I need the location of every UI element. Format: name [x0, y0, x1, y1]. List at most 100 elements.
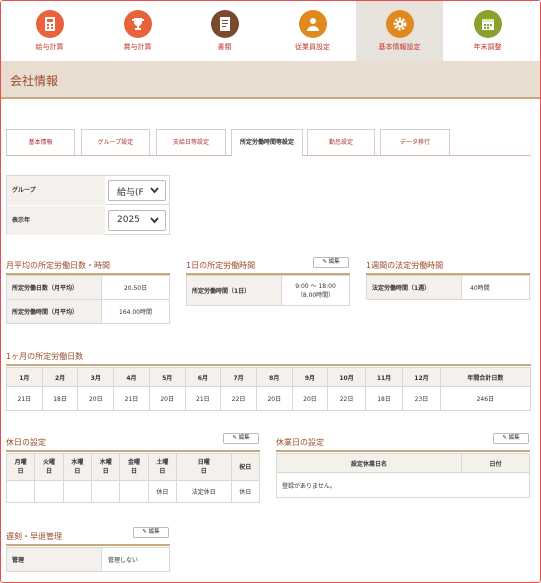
nav-label: 賞与計算 [123, 43, 152, 51]
table-cell: 22日 [327, 386, 366, 411]
tab-attendance[interactable]: 勤怠設定 [307, 129, 375, 155]
gear-icon [385, 10, 414, 38]
edit-business-holiday-button[interactable]: ✎ 編集 [493, 433, 529, 444]
nav-label: 基本情報設定 [378, 43, 421, 51]
nav-item-year-end[interactable]: 年末調整 [444, 1, 531, 61]
table-header: 火曜日 [34, 453, 64, 481]
divider [276, 450, 530, 452]
edit-label: 編集 [238, 435, 250, 441]
late-title: 遅刻・早退管理 [6, 532, 62, 541]
table-cell [34, 480, 64, 503]
table-cell-value: 40時間 [461, 275, 530, 300]
table-header: 月曜日 [5, 453, 36, 481]
pencil-icon: ✎ [322, 259, 327, 265]
table-cell-label: 管理 [6, 547, 102, 572]
table-header: 8月 [255, 367, 293, 387]
nav-item-employee[interactable]: 従業員設定 [269, 1, 356, 61]
table-row: 所定労働時間（1日） 9:00 ～ 18:00 （8.00時間） [186, 275, 350, 306]
nav-label: 書類 [217, 43, 232, 51]
business-holiday-table: 設定休業日名 日付 登録がありません。 [276, 453, 530, 498]
table-cell-label: 所定労働時間（1日） [186, 275, 282, 306]
table-header: 木曜日 [91, 453, 121, 481]
tab-working-hours[interactable]: 所定労働時間等設定 [231, 129, 303, 156]
table-cell: 20日 [291, 386, 329, 411]
group-select[interactable]: 給与(F [108, 180, 166, 201]
nav-item-documents[interactable]: 書類 [181, 1, 268, 61]
tab-data-migration[interactable]: データ移行 [380, 129, 450, 155]
table-row: 法定労働時間（1週） 40時間 [366, 275, 530, 300]
edit-late-button[interactable]: ✎ 編集 [133, 527, 169, 538]
group-row: グループ 給与(F [7, 176, 169, 205]
table-cell [119, 480, 149, 503]
table-cell: 18日 [41, 386, 79, 411]
weekly-title: 1週間の法定労働時間 [366, 261, 444, 270]
table-header: 9月 [291, 367, 329, 387]
year-row: 表示年 2025 [7, 206, 169, 235]
nav-item-basic-settings[interactable]: 基本情報設定 [356, 1, 443, 61]
table-cell: 法定休日 [176, 480, 232, 503]
table-header: 金曜日 [119, 453, 149, 481]
table-cell [5, 480, 36, 503]
person-icon [298, 10, 327, 38]
table-cell-label: 法定労働時間（1週） [366, 275, 462, 300]
year-select-value: 2025 [117, 215, 140, 225]
table-header: 祝日 [230, 453, 261, 481]
chevron-down-icon [150, 187, 159, 194]
year-select[interactable]: 2025 [108, 210, 166, 231]
table-header: 水曜日 [62, 453, 93, 481]
daily-title: 1日の所定労働時間 [186, 261, 256, 270]
edit-label: 編集 [508, 435, 520, 441]
top-nav: 給与計算 賞与計算 書類 従業員設定 基本情報設定 年末調整 [1, 1, 540, 61]
edit-holiday-button[interactable]: ✎ 編集 [223, 433, 259, 444]
group-label: グループ [7, 176, 105, 205]
pencil-icon: ✎ [502, 435, 507, 441]
nav-item-bonus[interactable]: 賞与計算 [94, 1, 181, 61]
chevron-down-icon [150, 217, 159, 224]
divider [6, 450, 260, 452]
nav-item-payroll[interactable]: 給与計算 [6, 1, 93, 61]
table-header: 11月 [364, 367, 404, 387]
nav-label: 従業員設定 [295, 43, 330, 51]
daily-table: 所定労働時間（1日） 9:00 ～ 18:00 （8.00時間） [186, 275, 350, 306]
table-header: 年間合計日数 [439, 367, 532, 387]
table-cell: 休日 [147, 480, 178, 503]
edit-daily-button[interactable]: ✎ 編集 [313, 257, 349, 268]
business-holiday-title: 休業日の設定 [276, 438, 324, 447]
calculator-icon [35, 10, 64, 38]
table-header-row: 月曜日火曜日水曜日木曜日金曜日土曜日日曜日祝日 [5, 453, 261, 481]
monthly-days-table: 1月 2月 3月 4月 5月 6月 7月 8月 9月 10月 11月 12月 年間合計日数 21日 18日… [6, 367, 532, 411]
tab-payday-settings[interactable]: 支給日等設定 [156, 129, 226, 155]
weekly-table: 法定労働時間（1週） 40時間 [366, 275, 530, 300]
tab-basic-info[interactable]: 基本情報 [6, 129, 75, 155]
table-cell: 21日 [6, 386, 43, 411]
table-row: 21日 18日 20日 21日 20日 21日 22日 20日 20日 22日 18日 23日 246日 [6, 386, 532, 411]
table-cell-label: 所定労働時間（月平均） [6, 299, 102, 324]
group-select-value: 給与(F [117, 188, 144, 198]
table-header: 日曜日 [176, 453, 232, 481]
divider [6, 544, 170, 546]
settings-tabs: 基本情報 グループ設定 支給日等設定 所定労働時間等設定 勤怠設定 データ移行 [6, 129, 531, 156]
empty-message: 登録がありません。 [276, 472, 530, 498]
monthly-avg-title: 月平均の所定労働日数・時間 [6, 261, 110, 270]
table-header: 土曜日 [147, 453, 178, 481]
table-header: 10月 [327, 367, 366, 387]
pencil-icon: ✎ [232, 435, 237, 441]
table-cell: 20日 [148, 386, 186, 411]
monthly-avg-table: 所定労働日数（月平均） 20.50日 所定労働時間（月平均） 164.00時間 [6, 275, 170, 324]
calendar-icon [473, 10, 502, 38]
table-row: 所定労働時間（月平均） 164.00時間 [6, 299, 170, 324]
edit-label: 編集 [148, 529, 160, 535]
table-header: 日付 [461, 453, 530, 473]
page-title-band: 会社情報 [1, 61, 540, 99]
table-cell [91, 480, 121, 503]
table-cell: 18日 [364, 386, 404, 411]
divider [6, 364, 531, 366]
edit-label: 編集 [328, 259, 340, 265]
table-cell: 23日 [402, 386, 441, 411]
document-icon [210, 10, 239, 38]
table-cell-value: 164.00時間 [101, 299, 170, 324]
trophy-icon [123, 10, 152, 38]
nav-label: 年末調整 [473, 43, 502, 51]
tab-group-settings[interactable]: グループ設定 [81, 129, 150, 155]
table-cell-value: 20.50日 [101, 275, 170, 300]
